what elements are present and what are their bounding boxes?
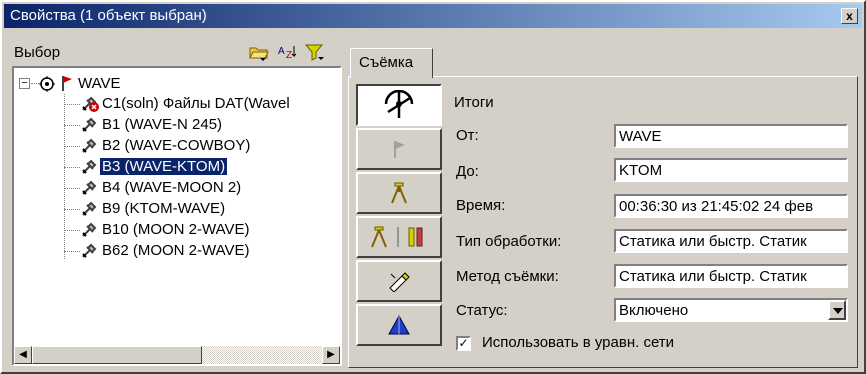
tree-item[interactable]: C1(soln) Файлы DAT(Wavel	[100, 94, 292, 113]
tripod-view-button[interactable]	[356, 172, 442, 214]
selection-pane: Выбор A Z − WAVE C1(soln) Файлы DAT(Wave…	[12, 40, 342, 367]
tree-item[interactable]: B9 (KTOM-WAVE)	[100, 199, 227, 218]
tree-item-label: B4 (WAVE-MOON 2)	[102, 179, 242, 196]
tree-item[interactable]: B4 (WAVE-MOON 2)	[100, 178, 243, 197]
tree-root-wave[interactable]: WAVE	[76, 74, 123, 93]
satellite-icon	[82, 243, 97, 258]
tripod-rover-icon	[371, 226, 423, 248]
target-point-icon	[39, 76, 55, 92]
status-select[interactable]: Включено	[614, 298, 848, 322]
title-bar[interactable]: Свойства (1 объект выбран) x	[4, 4, 862, 28]
status-select-value: Включено	[619, 302, 689, 319]
selection-header: Выбор A Z	[12, 40, 342, 64]
filter-icon[interactable]	[304, 43, 326, 61]
tree-item-label: B9 (KTOM-WAVE)	[102, 200, 226, 217]
tree-item-label: B1 (WAVE-N 245)	[102, 116, 223, 133]
window-title: Свойства (1 объект выбран)	[10, 7, 207, 24]
close-button[interactable]: x	[841, 8, 858, 24]
processing-type-field[interactable]: Статика или быстр. Статик	[614, 229, 848, 253]
satellite-icon	[82, 138, 97, 153]
tree-item-label: B3 (WAVE-KTOM)	[98, 157, 229, 176]
tree-item[interactable]: B1 (WAVE-N 245)	[100, 115, 224, 134]
time-field[interactable]: 00:36:30 из 21:45:02 24 фев	[614, 194, 848, 218]
red-flag-icon	[62, 76, 72, 91]
pencil-edit-icon	[389, 272, 410, 292]
time-label: Время:	[456, 197, 506, 214]
tab-survey[interactable]: Съёмка	[350, 48, 433, 78]
tripod-rover-view-button[interactable]	[356, 216, 442, 258]
collapse-toggle[interactable]: −	[19, 78, 30, 89]
sextant-icon	[384, 90, 414, 118]
horizontal-scrollbar[interactable]: ◀ ▶	[14, 346, 340, 364]
tree-item[interactable]: B62 (MOON 2-WAVE)	[100, 241, 252, 260]
remove-data-icon	[82, 96, 99, 112]
blue-triangle-icon	[388, 314, 410, 335]
status-label: Статус:	[456, 302, 508, 319]
satellite-icon	[82, 180, 97, 195]
tree-item-label: B62 (MOON 2-WAVE)	[102, 242, 250, 259]
selection-header-label: Выбор	[14, 44, 61, 61]
processing-type-label: Тип обработки:	[456, 233, 562, 250]
use-in-network-checkbox[interactable]: ✓	[456, 336, 471, 351]
use-in-network-label: Использовать в уравн. сети	[482, 334, 675, 351]
tree-item[interactable]: B2 (WAVE-COWBOY)	[100, 136, 252, 155]
survey-method-field[interactable]: Статика или быстр. Статик	[614, 264, 848, 288]
flag-view-button[interactable]	[356, 128, 442, 170]
tree-item[interactable]: B10 (MOON 2-WAVE)	[100, 220, 252, 239]
satellite-icon	[82, 222, 97, 237]
satellite-icon	[82, 117, 97, 132]
network-view-button[interactable]	[356, 304, 442, 346]
scroll-left-button[interactable]: ◀	[14, 346, 32, 364]
open-folder-icon[interactable]	[248, 43, 270, 61]
from-label: От:	[456, 127, 479, 144]
scroll-right-button[interactable]: ▶	[322, 346, 340, 364]
scroll-thumb[interactable]	[32, 346, 202, 364]
from-field[interactable]: WAVE	[614, 124, 848, 148]
sextant-view-button[interactable]	[356, 84, 442, 126]
tree-item-label: B10 (MOON 2-WAVE)	[102, 221, 250, 238]
tree-item[interactable]: B3 (WAVE-KTOM)	[98, 157, 229, 176]
tab-survey-label: Съёмка	[359, 54, 414, 71]
tripod-icon	[391, 182, 407, 204]
survey-method-label: Метод съёмки:	[456, 268, 559, 285]
to-field[interactable]: KTOM	[614, 158, 848, 182]
tree-item-label: C1(soln) Файлы DAT(Wavel	[102, 95, 290, 112]
summary-title: Итоги	[454, 94, 494, 111]
svg-text:A: A	[278, 46, 285, 57]
to-label: До:	[456, 163, 479, 180]
svg-text:Z: Z	[286, 50, 292, 61]
selection-tree[interactable]: − WAVE C1(soln) Файлы DAT(Wavel B1 (WAVE-…	[12, 66, 342, 366]
satellite-icon	[82, 201, 97, 216]
sort-az-icon[interactable]: A Z	[276, 43, 298, 61]
satellite-icon	[82, 159, 97, 174]
grey-flag-icon	[394, 141, 405, 158]
tree-item-label: B2 (WAVE-COWBOY)	[102, 137, 251, 154]
chevron-down-icon[interactable]	[828, 300, 846, 320]
edit-view-button[interactable]	[356, 260, 442, 302]
